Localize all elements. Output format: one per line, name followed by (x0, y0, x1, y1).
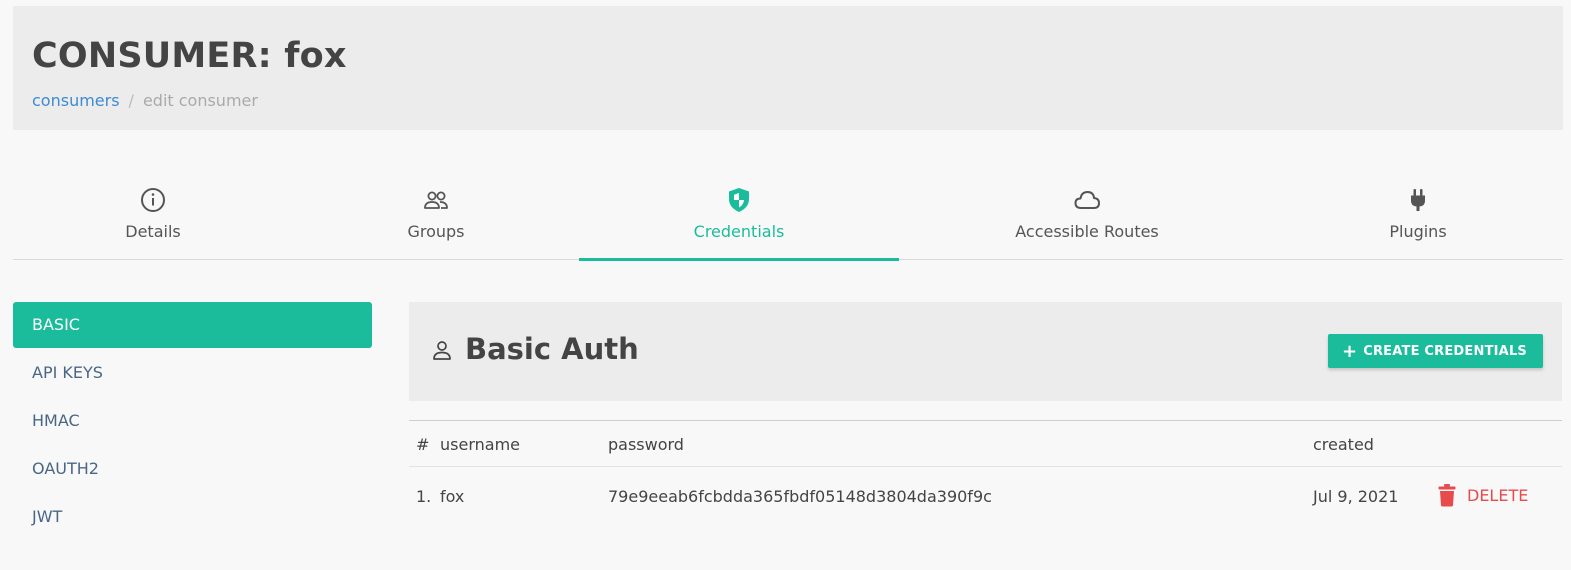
breadcrumb: consumers / edit consumer (32, 91, 258, 110)
breadcrumb-current: edit consumer (142, 91, 258, 110)
row-created: Jul 9, 2021 (1313, 487, 1399, 506)
users-icon (424, 191, 448, 209)
row-username-link[interactable]: fox (440, 487, 464, 506)
create-credentials-button[interactable]: + CREATE CREDENTIALS (1327, 334, 1543, 368)
tab-credentials[interactable]: Credentials (579, 170, 899, 261)
col-created: created (1313, 435, 1374, 454)
tab-groups[interactable]: Groups (386, 170, 486, 260)
shield-icon (729, 188, 749, 212)
nav-item-api-keys[interactable]: API KEYS (13, 350, 372, 396)
trash-icon (1438, 484, 1456, 507)
nav-item-basic[interactable]: BASIC (13, 302, 372, 348)
delete-button[interactable]: DELETE (1437, 483, 1528, 507)
cloud-icon (1074, 191, 1100, 209)
nav-item-hmac[interactable]: HMAC (13, 398, 372, 444)
row-password: 79e9eeab6fcbdda365fbdf05148d3804da390f9c (608, 487, 992, 506)
info-icon (141, 188, 165, 212)
table-row: 1. fox 79e9eeab6fcbdda365fbdf05148d3804d… (409, 467, 1562, 529)
tab-accessible-routes[interactable]: Accessible Routes (1007, 170, 1167, 260)
col-password: password (608, 435, 684, 454)
basic-auth-panel-header: Basic Auth + CREATE CREDENTIALS (409, 302, 1562, 401)
nav-item-jwt[interactable]: JWT (13, 494, 372, 540)
panel-title: Basic Auth (465, 332, 639, 366)
table-header: # username password created (409, 421, 1562, 467)
page-title: CONSUMER: fox (32, 36, 347, 76)
delete-label: DELETE (1467, 485, 1529, 505)
breadcrumb-separator: / (128, 91, 134, 110)
col-username: username (440, 435, 520, 454)
tab-groups-label: Groups (407, 222, 465, 241)
breadcrumb-consumers-link[interactable]: consumers (32, 91, 120, 110)
tab-plugins-label: Plugins (1389, 222, 1447, 241)
tab-details[interactable]: Details (103, 170, 203, 260)
col-number: # (416, 435, 430, 454)
create-credentials-label: CREATE CREDENTIALS (1363, 343, 1527, 359)
page-header: CONSUMER: fox consumers / edit consumer (13, 6, 1563, 130)
plug-icon (1411, 189, 1425, 211)
tab-details-label: Details (125, 222, 181, 241)
tab-plugins[interactable]: Plugins (1368, 170, 1468, 260)
tab-bar: Details Groups Credentials Accessible Ro… (13, 170, 1563, 261)
credential-type-nav: BASIC API KEYS HMAC OAUTH2 JWT (13, 302, 372, 542)
credentials-table: # username password created 1. fox 79e9e… (409, 420, 1562, 529)
nav-item-oauth2[interactable]: OAUTH2 (13, 446, 372, 492)
tab-credentials-label: Credentials (693, 222, 785, 241)
tab-accessible-routes-label: Accessible Routes (1015, 222, 1159, 241)
row-number: 1. (416, 487, 432, 506)
user-icon (433, 341, 451, 360)
plus-icon: + (1341, 340, 1358, 362)
